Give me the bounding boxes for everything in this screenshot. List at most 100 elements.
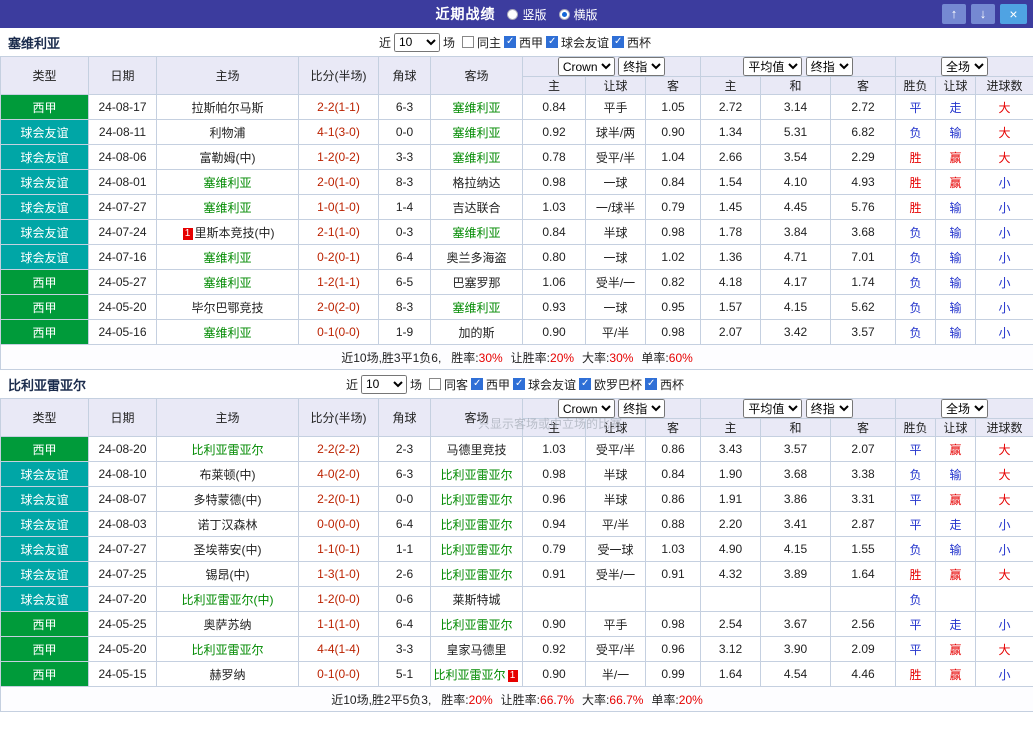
team-name-link[interactable]: 比利亚雷亚尔 bbox=[440, 618, 512, 632]
team-name-link[interactable]: 拉斯帕尔马斯 bbox=[191, 101, 263, 115]
matches-label: 场 bbox=[409, 377, 422, 392]
team-name-link[interactable]: 奥萨苏纳 bbox=[203, 618, 251, 632]
handicap-away-odds-cell bbox=[644, 586, 702, 612]
team-name-link[interactable]: 塞维利亚 bbox=[452, 151, 500, 165]
team-name-link[interactable]: 赫罗纳 bbox=[209, 668, 245, 682]
team-name-link[interactable]: 塞维利亚 bbox=[203, 276, 251, 290]
handicap-home-odds-cell: 0.91 bbox=[522, 561, 586, 587]
team-name-link[interactable]: 比利亚雷亚尔 bbox=[191, 643, 263, 657]
checkbox-checked-icon[interactable] bbox=[579, 378, 592, 390]
filter-checkbox[interactable]: 球会友谊 bbox=[546, 34, 609, 51]
filter-checkbox[interactable]: 同客 bbox=[428, 376, 468, 393]
handicap-home-odds-cell: 0.90 bbox=[522, 611, 586, 637]
team-name-link[interactable]: 皇家马德里 bbox=[446, 643, 506, 657]
team-name-link[interactable]: 利物浦 bbox=[209, 126, 245, 140]
team-name-link[interactable]: 圣埃蒂安(中) bbox=[194, 543, 262, 557]
team-name-link[interactable]: 塞维利亚 bbox=[452, 226, 500, 240]
radio-circle-icon[interactable] bbox=[558, 8, 570, 20]
league-type-cell: 球会友谊 bbox=[0, 119, 89, 145]
euro-away-odds-cell: 3.57 bbox=[830, 319, 897, 345]
euro-home-odds-cell: 3.12 bbox=[700, 636, 762, 662]
team-name-link[interactable]: 奥兰多海盗 bbox=[446, 251, 506, 265]
recent-count-select[interactable]: 10 bbox=[360, 374, 407, 394]
team-name-link[interactable]: 塞维利亚 bbox=[203, 201, 251, 215]
team-name-link[interactable]: 里斯本竞技(中) bbox=[195, 226, 275, 240]
filter-checkbox[interactable]: 欧罗巴杯 bbox=[579, 376, 642, 393]
team-name-link[interactable]: 巴塞罗那 bbox=[452, 276, 500, 290]
checkbox-unchecked-icon[interactable] bbox=[461, 36, 474, 48]
bookmaker-select[interactable]: Crown bbox=[557, 399, 615, 418]
team-name-link[interactable]: 加的斯 bbox=[458, 326, 494, 340]
team-name-link[interactable]: 富勒姆(中) bbox=[200, 151, 256, 165]
euro-home-odds-cell: 1.45 bbox=[700, 194, 762, 220]
team-name-link[interactable]: 塞维利亚 bbox=[452, 301, 500, 315]
up-arrow-icon[interactable]: ↑ bbox=[942, 4, 966, 24]
col-header-euro-draw: 和 bbox=[760, 76, 832, 95]
radio-circle-icon[interactable] bbox=[507, 8, 519, 20]
result-text: 平 bbox=[909, 617, 922, 632]
team-name-link[interactable]: 马德里竞技 bbox=[446, 443, 506, 457]
odds-stage-select[interactable]: 终指 bbox=[618, 57, 666, 76]
layout-radio-vertical-label: 竖版 bbox=[522, 7, 547, 22]
euro-away-odds-cell: 5.76 bbox=[830, 194, 897, 220]
checkbox-checked-icon[interactable] bbox=[645, 378, 658, 390]
team-name-link[interactable]: 多特蒙德(中) bbox=[194, 493, 262, 507]
down-arrow-icon[interactable]: ↓ bbox=[971, 4, 995, 24]
goals-result-cell: 大 bbox=[975, 119, 1033, 145]
checkbox-checked-icon[interactable] bbox=[470, 378, 483, 390]
col-header-away: 客场 bbox=[430, 56, 523, 95]
checkbox-checked-icon[interactable] bbox=[504, 36, 516, 48]
layout-radio-vertical[interactable]: 竖版 bbox=[507, 6, 547, 23]
team-name-link[interactable]: 塞维利亚 bbox=[203, 326, 251, 340]
team-name-link[interactable]: 格拉纳达 bbox=[452, 176, 500, 190]
team-name-link[interactable]: 塞维利亚 bbox=[203, 251, 251, 265]
result-cell: 负 bbox=[895, 269, 937, 295]
layout-radio-horizontal[interactable]: 横版 bbox=[558, 6, 598, 23]
table-row: 球会友谊 24-08-11 利物浦 4-1(3-0) 0-0 塞维利亚 0.92 球半/两 0.… bbox=[0, 119, 1033, 145]
home-team-cell: 富勒姆(中) bbox=[156, 144, 299, 170]
odds-stage-select[interactable]: 终指 bbox=[618, 399, 666, 418]
filter-checkbox[interactable]: 西甲 bbox=[504, 34, 543, 51]
filter-checkbox[interactable]: 西甲 bbox=[470, 376, 510, 393]
average-select[interactable]: 平均值 bbox=[743, 57, 803, 76]
result-cell: 负 bbox=[895, 244, 937, 270]
team-name-link[interactable]: 比利亚雷亚尔 bbox=[440, 493, 512, 507]
scope-select[interactable]: 全场 bbox=[941, 57, 989, 76]
filter-checkbox[interactable]: 同主 bbox=[461, 34, 501, 51]
odds-stage-select-2[interactable]: 终指 bbox=[805, 57, 853, 76]
result-text: 胜 bbox=[909, 150, 922, 165]
home-team-cell: 多特蒙德(中) bbox=[156, 486, 299, 512]
close-icon[interactable]: × bbox=[1000, 4, 1027, 24]
team-name-link[interactable]: 比利亚雷亚尔(中) bbox=[182, 593, 274, 607]
checkbox-checked-icon[interactable] bbox=[546, 36, 559, 48]
team-name-link[interactable]: 比利亚雷亚尔 bbox=[440, 518, 512, 532]
bookmaker-select[interactable]: Crown bbox=[557, 57, 615, 76]
team-name-link[interactable]: 毕尔巴鄂竞技 bbox=[191, 301, 263, 315]
recent-count-select[interactable]: 10 bbox=[393, 32, 440, 52]
team-name-link[interactable]: 诺丁汉森林 bbox=[197, 518, 257, 532]
checkbox-checked-icon[interactable] bbox=[513, 378, 525, 390]
team-name-link[interactable]: 锡昂(中) bbox=[206, 568, 250, 582]
result-text: 大 bbox=[998, 642, 1011, 657]
team-name-link[interactable]: 塞维利亚 bbox=[452, 126, 500, 140]
team-name-link[interactable]: 比利亚雷亚尔 bbox=[191, 443, 263, 457]
handicap-home-odds-cell: 0.78 bbox=[522, 144, 586, 170]
team-name-link[interactable]: 布莱顿(中) bbox=[200, 468, 256, 482]
filter-checkbox[interactable]: 西杯 bbox=[612, 34, 651, 51]
checkbox-unchecked-icon[interactable] bbox=[428, 378, 441, 390]
scope-select[interactable]: 全场 bbox=[941, 399, 989, 418]
team-name-link[interactable]: 塞维利亚 bbox=[452, 101, 500, 115]
team-name-link[interactable]: 比利亚雷亚尔 bbox=[440, 543, 512, 557]
team-name-link[interactable]: 比利亚雷亚尔 bbox=[440, 468, 512, 482]
result-cell: 平 bbox=[895, 94, 937, 120]
team-name-link[interactable]: 塞维利亚 bbox=[203, 176, 251, 190]
filter-checkbox[interactable]: 球会友谊 bbox=[513, 376, 576, 393]
filter-checkbox[interactable]: 西杯 bbox=[645, 376, 684, 393]
team-name-link[interactable]: 吉达联合 bbox=[452, 201, 500, 215]
team-name-link[interactable]: 比利亚雷亚尔 bbox=[433, 668, 505, 682]
average-select[interactable]: 平均值 bbox=[743, 399, 803, 418]
odds-stage-select-2[interactable]: 终指 bbox=[805, 399, 853, 418]
team-name-link[interactable]: 莱斯特城 bbox=[452, 593, 500, 607]
checkbox-checked-icon[interactable] bbox=[612, 36, 625, 48]
team-name-link[interactable]: 比利亚雷亚尔 bbox=[440, 568, 512, 582]
